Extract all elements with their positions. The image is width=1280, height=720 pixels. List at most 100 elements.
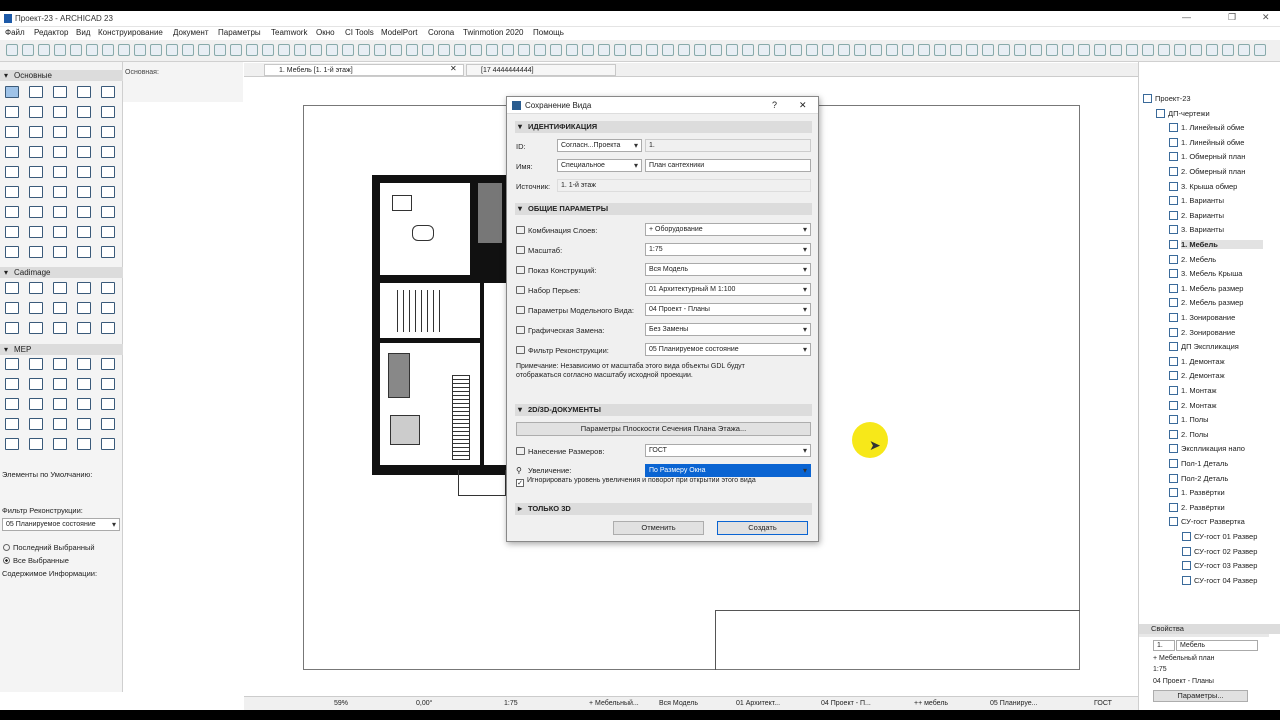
tool-icon[interactable] <box>5 378 19 390</box>
section-general[interactable]: ОБЩИЕ ПАРАМЕТРЫ <box>515 203 812 215</box>
toolbar-button-icon[interactable] <box>22 44 34 56</box>
param-scale-select[interactable]: 1:75 <box>645 243 811 256</box>
menu-corona[interactable]: Corona <box>428 28 454 37</box>
tool-icon[interactable] <box>29 418 43 430</box>
toolbar-button-icon[interactable] <box>566 44 578 56</box>
status-dimensions[interactable]: ГОСТ <box>1094 700 1112 707</box>
toolbar-button-icon[interactable] <box>598 44 610 56</box>
tool-icon[interactable] <box>77 166 91 178</box>
tool-icon[interactable] <box>101 358 115 370</box>
toolbar-button-icon[interactable] <box>758 44 770 56</box>
dialog-close-button[interactable]: ✕ <box>799 100 807 111</box>
section-cadimage[interactable]: Cadimage <box>0 267 123 278</box>
toolbar-button-icon[interactable] <box>182 44 194 56</box>
toolbar-button-icon[interactable] <box>1094 44 1106 56</box>
tree-item[interactable]: 1. Линейный обме <box>1181 138 1263 147</box>
status-scale[interactable]: 1:75 <box>504 700 518 707</box>
toolbar-button-icon[interactable] <box>918 44 930 56</box>
tree-item[interactable]: 2. Мебель <box>1181 255 1263 264</box>
tool-icon[interactable] <box>29 206 43 218</box>
toolbar-button-icon[interactable] <box>902 44 914 56</box>
param-mvo-select[interactable]: 04 Проект - Планы <box>645 303 811 316</box>
toolbar-button-icon[interactable] <box>550 44 562 56</box>
toolbar-button-icon[interactable] <box>294 44 306 56</box>
toolbar-button-icon[interactable] <box>662 44 674 56</box>
status-zoom[interactable]: 59% <box>334 700 348 707</box>
toolbar-button-icon[interactable] <box>198 44 210 56</box>
radio-last-selected[interactable] <box>3 544 10 551</box>
tool-icon[interactable] <box>5 166 19 178</box>
tool-icon[interactable] <box>53 282 67 294</box>
tree-item[interactable]: 1. Развёртки <box>1181 488 1263 497</box>
toolbar-button-icon[interactable] <box>726 44 738 56</box>
toolbar-button-icon[interactable] <box>1222 44 1234 56</box>
tool-icon[interactable] <box>29 86 43 98</box>
menu-window[interactable]: Окно <box>316 28 335 37</box>
tree-item[interactable]: СУ-гост 03 Развер <box>1194 561 1263 570</box>
tool-icon[interactable] <box>53 438 67 450</box>
dims-select[interactable]: ГОСТ <box>645 444 811 457</box>
tree-item[interactable]: СУ-гост 01 Развер <box>1194 532 1263 541</box>
toolbar-button-icon[interactable] <box>646 44 658 56</box>
toolbar-button-icon[interactable] <box>1190 44 1202 56</box>
param-layers-select[interactable]: + Оборудование <box>645 223 811 236</box>
tool-icon[interactable] <box>53 418 67 430</box>
toolbar-button-icon[interactable] <box>1174 44 1186 56</box>
toolbar-button-icon[interactable] <box>454 44 466 56</box>
tool-icon[interactable] <box>101 322 115 334</box>
toolbar-button-icon[interactable] <box>374 44 386 56</box>
tool-icon[interactable] <box>77 146 91 158</box>
tool-icon[interactable] <box>101 438 115 450</box>
tool-icon[interactable] <box>5 126 19 138</box>
ignore-zoom-checkbox[interactable]: ✓ <box>516 479 524 487</box>
tool-icon[interactable] <box>101 186 115 198</box>
tool-icon[interactable] <box>101 206 115 218</box>
tool-icon[interactable] <box>101 106 115 118</box>
tool-icon[interactable] <box>77 282 91 294</box>
tool-icon[interactable] <box>77 86 91 98</box>
tool-icon[interactable] <box>77 358 91 370</box>
tool-icon[interactable] <box>29 246 43 258</box>
tool-icon[interactable] <box>101 302 115 314</box>
tree-item[interactable]: 2. Монтаж <box>1181 401 1263 410</box>
tree-item[interactable]: 2. Обмерный план <box>1181 167 1263 176</box>
tool-icon[interactable] <box>101 126 115 138</box>
section-main[interactable]: Основные <box>0 70 123 81</box>
tool-icon[interactable] <box>29 186 43 198</box>
tool-icon[interactable] <box>5 146 19 158</box>
minimize-button[interactable]: — <box>1182 12 1191 22</box>
section-plane-settings-button[interactable]: Параметры Плоскости Сечения Плана Этажа.… <box>516 422 811 436</box>
tool-icon[interactable] <box>5 302 19 314</box>
tree-item[interactable]: Проект-23 <box>1155 94 1263 103</box>
tree-item[interactable]: 1. Демонтаж <box>1181 357 1263 366</box>
toolbar-button-icon[interactable] <box>886 44 898 56</box>
toolbar-button-icon[interactable] <box>1158 44 1170 56</box>
toolbar-button-icon[interactable] <box>358 44 370 56</box>
toolbar-button-icon[interactable] <box>486 44 498 56</box>
menu-teamwork[interactable]: Teamwork <box>271 28 307 37</box>
tool-icon[interactable] <box>101 86 115 98</box>
tool-icon[interactable] <box>101 146 115 158</box>
tree-item[interactable]: 3. Мебель Крыша <box>1181 269 1263 278</box>
toolbar-button-icon[interactable] <box>982 44 994 56</box>
toolbar-button-icon[interactable] <box>838 44 850 56</box>
toolbar-button-icon[interactable] <box>6 44 18 56</box>
tab-close-icon[interactable]: ✕ <box>450 64 457 73</box>
menu-modelport[interactable]: ModelPort <box>381 28 417 37</box>
tab-furniture-plan[interactable]: 1. Мебель [1. 1-й этаж] <box>264 64 464 76</box>
toolbar-button-icon[interactable] <box>1078 44 1090 56</box>
toolbar-button-icon[interactable] <box>246 44 258 56</box>
toolbar-button-icon[interactable] <box>1206 44 1218 56</box>
toolbar-button-icon[interactable] <box>790 44 802 56</box>
id-field[interactable]: 1. <box>645 139 811 152</box>
tool-icon[interactable] <box>53 86 67 98</box>
status-pens[interactable]: 01 Архитект... <box>736 700 780 707</box>
cancel-button[interactable]: Отменить <box>613 521 704 535</box>
tool-icon[interactable] <box>77 106 91 118</box>
tree-item[interactable]: Экспликация напо <box>1181 444 1263 453</box>
tool-icon[interactable] <box>53 206 67 218</box>
toolbar-button-icon[interactable] <box>742 44 754 56</box>
toolbar-button-icon[interactable] <box>854 44 866 56</box>
tree-item[interactable]: ДП-чертежи <box>1168 109 1263 118</box>
param-override-select[interactable]: Без Замены <box>645 323 811 336</box>
